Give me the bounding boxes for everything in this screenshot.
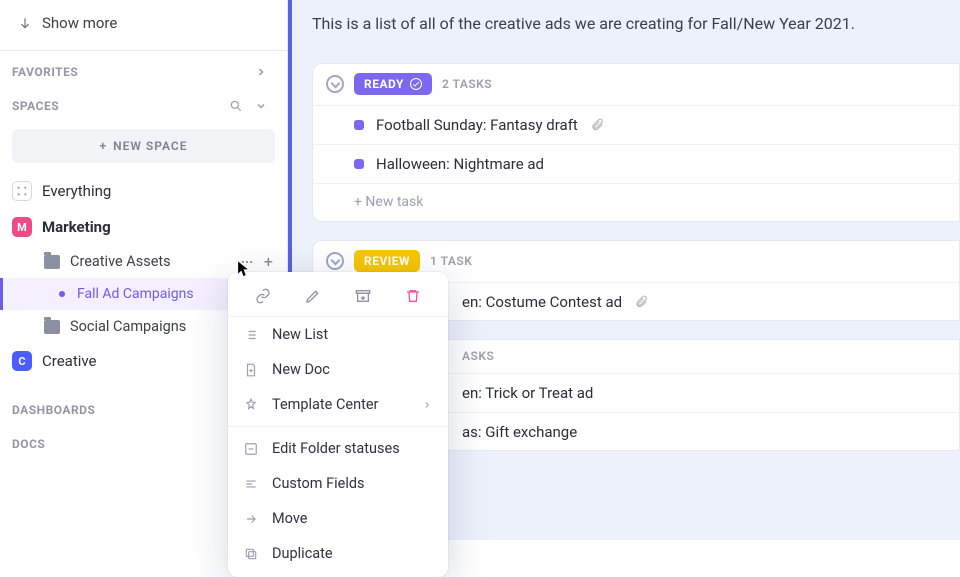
ctx-template-center-label: Template Center <box>272 396 378 413</box>
marketing-badge: M <box>12 217 32 237</box>
plus-icon: + <box>99 139 107 153</box>
new-space-label: NEW SPACE <box>113 139 187 153</box>
ctx-duplicate-label: Duplicate <box>272 545 333 562</box>
ctx-edit-icon[interactable] <box>301 286 325 306</box>
fall-ad-label: Fall Ad Campaigns <box>77 286 194 302</box>
ctx-custom-fields-label: Custom Fields <box>272 475 365 492</box>
folder-add-icon[interactable]: + <box>264 255 273 269</box>
new-task-button[interactable]: + New task <box>312 183 960 222</box>
ctx-new-doc-label: New Doc <box>272 361 330 378</box>
ctx-template-center[interactable]: Template Center <box>228 387 448 422</box>
spaces-label: SPACES <box>12 99 59 113</box>
attachment-icon[interactable] <box>590 118 604 132</box>
status-pill-ready[interactable]: READY <box>354 73 432 95</box>
task-title: Football Sunday: Fantasy draft <box>376 116 578 134</box>
favorites-chevron-icon <box>255 66 267 78</box>
ctx-archive-icon[interactable] <box>351 286 375 306</box>
task-title: en: Costume Contest ad <box>462 293 622 311</box>
ctx-new-list-label: New List <box>272 326 328 343</box>
spaces-header[interactable]: SPACES <box>0 85 287 119</box>
ctx-new-doc[interactable]: New Doc <box>228 352 448 387</box>
ctx-trash-icon[interactable] <box>401 286 425 306</box>
duplicate-icon <box>244 547 260 561</box>
creative-assets-label: Creative Assets <box>70 253 171 270</box>
show-more-label: Show more <box>42 14 117 32</box>
show-more-button[interactable]: Show more <box>0 6 287 51</box>
creative-label: Creative <box>42 352 97 370</box>
favorites-header[interactable]: FAVORITES <box>0 51 287 85</box>
doc-icon <box>244 363 260 377</box>
collapse-toggle[interactable] <box>326 252 344 270</box>
review-task-count: 1 TASK <box>430 254 472 268</box>
status-square-icon <box>354 120 364 130</box>
status-group-ready: READY 2 TASKS Football Sunday: Fantasy d… <box>312 63 960 222</box>
favorites-label: FAVORITES <box>12 65 78 79</box>
dashboards-label: DASHBOARDS <box>12 403 95 417</box>
task-title: Halloween: Nightmare ad <box>376 155 544 173</box>
everything-label: Everything <box>42 182 111 200</box>
creative-badge: C <box>12 351 32 371</box>
context-menu: New List New Doc Template Center Edit Fo… <box>228 272 448 577</box>
ctx-move-label: Move <box>272 510 307 527</box>
docs-label: DOCS <box>12 437 45 451</box>
spaces-chevron-icon[interactable] <box>255 100 267 112</box>
status-square-icon <box>354 159 364 169</box>
grid-icon <box>12 181 32 201</box>
ctx-new-list[interactable]: New List <box>228 317 448 352</box>
marketing-label: Marketing <box>42 218 111 236</box>
ready-task-count: 2 TASKS <box>442 77 492 91</box>
ctx-edit-statuses-label: Edit Folder statuses <box>272 440 400 457</box>
attachment-icon[interactable] <box>634 295 648 309</box>
ctx-link-icon[interactable] <box>251 286 275 306</box>
sidebar-item-everything[interactable]: Everything <box>0 173 287 209</box>
status-pill-review[interactable]: REVIEW <box>354 250 420 272</box>
list-icon <box>244 328 260 342</box>
page-description: This is a list of all of the creative ad… <box>312 14 960 63</box>
list-dot-icon <box>59 291 65 297</box>
chevron-right-icon <box>422 400 432 410</box>
ctx-duplicate[interactable]: Duplicate <box>228 536 448 571</box>
statuses-icon <box>244 442 260 456</box>
ctx-move[interactable]: Move <box>228 501 448 536</box>
template-icon <box>244 398 260 412</box>
arrow-down-icon <box>18 16 32 30</box>
search-icon[interactable] <box>229 99 243 113</box>
partial-task-count: ASKS <box>462 349 494 363</box>
task-title: as: Gift exchange <box>462 423 577 441</box>
task-row[interactable]: Football Sunday: Fantasy draft <box>312 105 960 144</box>
task-title: en: Trick or Treat ad <box>462 384 593 402</box>
collapse-toggle[interactable] <box>326 75 344 93</box>
task-row[interactable]: Halloween: Nightmare ad <box>312 144 960 183</box>
folder-icon <box>44 320 60 334</box>
sidebar-item-marketing[interactable]: M Marketing <box>0 209 287 245</box>
folder-more-icon[interactable] <box>240 255 254 269</box>
new-space-button[interactable]: + NEW SPACE <box>12 129 275 163</box>
check-circle-icon <box>410 78 422 90</box>
ctx-separator <box>228 426 448 427</box>
ctx-custom-fields[interactable]: Custom Fields <box>228 466 448 501</box>
fields-icon <box>244 477 260 491</box>
move-icon <box>244 512 260 526</box>
folder-icon <box>44 255 60 269</box>
social-label: Social Campaigns <box>70 318 186 335</box>
ctx-edit-statuses[interactable]: Edit Folder statuses <box>228 431 448 466</box>
status-ready-label: READY <box>364 77 404 91</box>
status-review-label: REVIEW <box>364 254 410 268</box>
